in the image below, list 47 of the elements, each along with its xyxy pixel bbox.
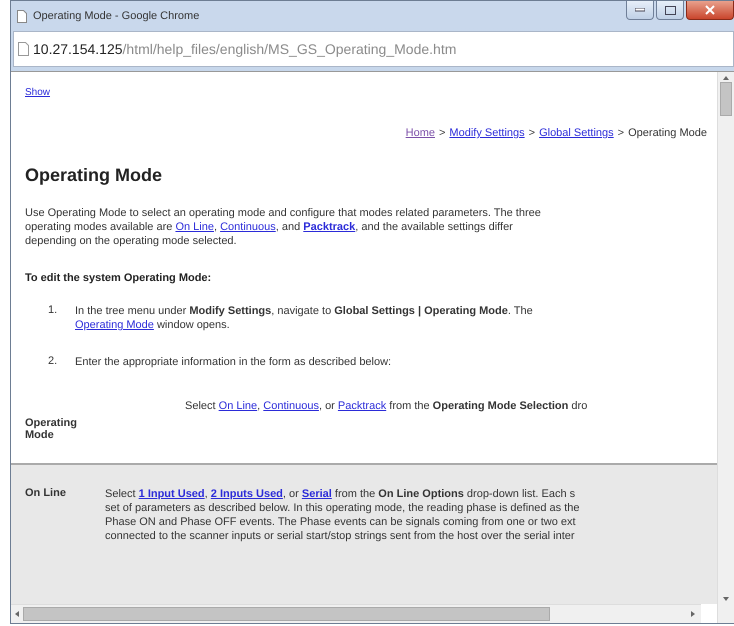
scroll-left-icon[interactable]: [15, 611, 19, 617]
breadcrumb-separator: >: [528, 127, 536, 139]
step-text: Enter the appropriate information in the form as described below:: [75, 355, 392, 369]
vertical-scrollbar[interactable]: [717, 72, 734, 623]
link[interactable]: Modify Settings: [449, 127, 525, 139]
horizontal-scrollbar[interactable]: [11, 604, 701, 623]
maximize-icon: [664, 6, 676, 14]
link[interactable]: On Line: [175, 221, 214, 233]
row-label: Operating Mode: [25, 417, 78, 441]
address-bar[interactable]: 10.27.154.125/html/help_files/english/MS_GS_Operating_Mode.htm: [13, 31, 734, 67]
window-title: Operating Mode - Google Chrome: [33, 10, 200, 22]
step-text: In the tree menu under Modify Settings, navigate to Global Settings | Operating Mode. The Operating Mode window opens.: [75, 304, 533, 332]
scrollbar-thumb[interactable]: [23, 607, 550, 621]
procedure-title: To edit the system Operating Mode:: [25, 272, 212, 284]
row-label: On Line: [25, 487, 67, 501]
scroll-down-icon[interactable]: [723, 597, 729, 601]
page-icon: [17, 10, 27, 22]
link[interactable]: 1 Input Used: [138, 488, 205, 500]
scrollbar-thumb[interactable]: [720, 82, 732, 116]
link[interactable]: Serial: [302, 488, 332, 500]
link[interactable]: Packtrack: [303, 221, 356, 233]
link[interactable]: Packtrack: [338, 400, 386, 412]
page-heading: Operating Mode: [25, 165, 164, 186]
show-link[interactable]: Show: [25, 87, 50, 98]
step-number: 2.: [48, 355, 58, 369]
step-number: 1.: [48, 304, 58, 318]
scroll-up-icon[interactable]: [723, 76, 729, 80]
close-icon: [705, 5, 715, 15]
breadcrumb-separator: >: [438, 127, 446, 139]
link[interactable]: 2 Inputs Used: [210, 488, 283, 500]
minimize-icon: [635, 8, 645, 12]
close-button[interactable]: [686, 1, 734, 20]
link[interactable]: Operating Mode: [75, 319, 154, 331]
page-icon: [18, 42, 29, 56]
row-description: Select On Line, Continuous, or Packtrack from the Operating Mode Selection dro: [185, 399, 588, 413]
link[interactable]: Continuous: [220, 221, 276, 233]
link[interactable]: Global Settings: [539, 127, 614, 139]
intro-paragraph: Use Operating Mode to select an operating mode and configure that modes related parameters. The three operating modes available are On Line, Continuous, and Packtrack, and the available settings differ depending on the operating mode selected.: [25, 206, 542, 248]
row-description: Select 1 Input Used, 2 Inputs Used, or Serial from the On Line Options drop-down list. Each s set of parameters as described below. In this operating mode, the reading phase is defined as the Phase ON and Phase OFF events. The Phase events can be signals coming from one or two ext connected to the scanner inputs or serial start/stop strings sent from the host over the serial inter: [105, 487, 580, 544]
minimize-button[interactable]: [626, 1, 654, 20]
breadcrumb-separator: >: [618, 127, 624, 139]
scroll-right-icon[interactable]: [691, 611, 695, 617]
link[interactable]: Continuous: [263, 400, 319, 412]
breadcrumb-current: Operating Mode: [628, 127, 707, 139]
link[interactable]: On Line: [218, 400, 258, 412]
maximize-button[interactable]: [656, 1, 684, 20]
link[interactable]: Home: [406, 127, 435, 139]
